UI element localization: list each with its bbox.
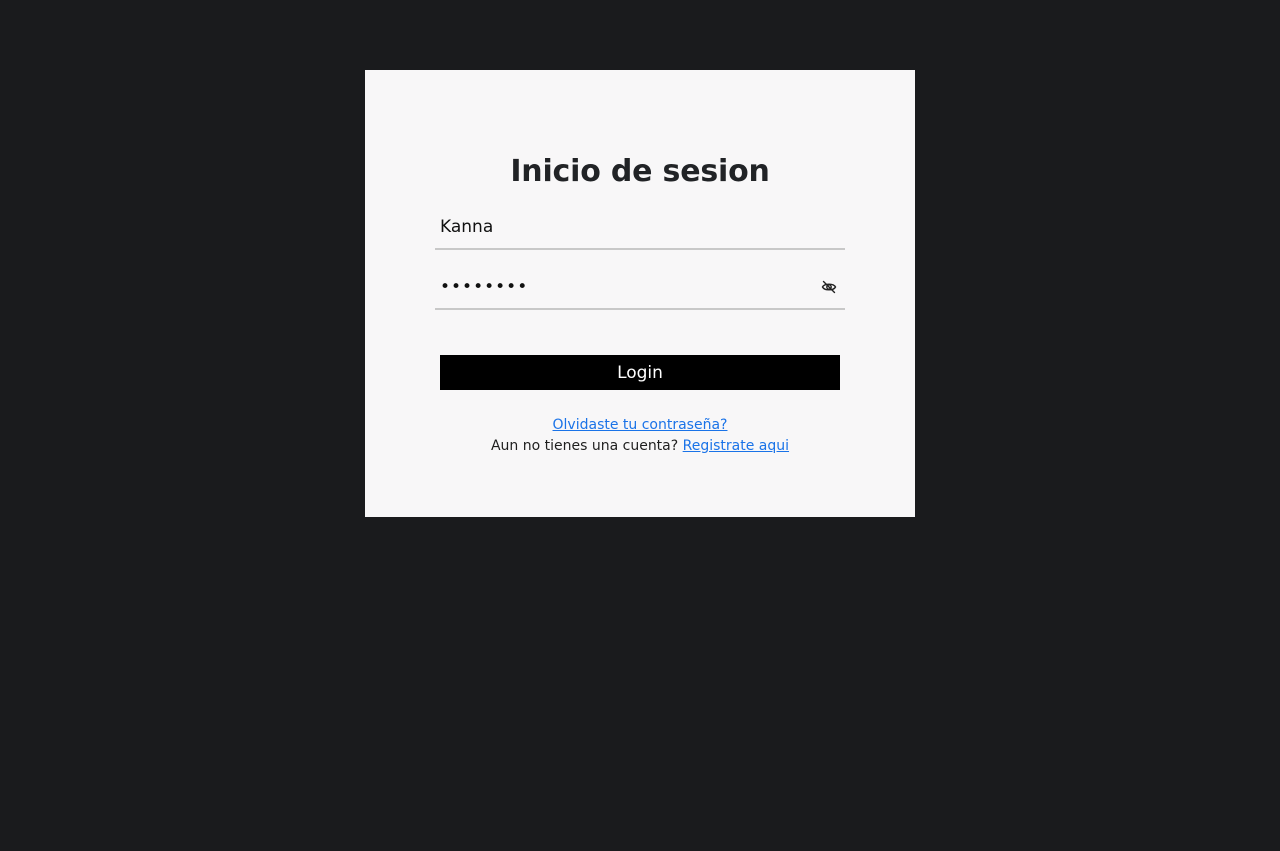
login-button[interactable]: Login bbox=[440, 355, 840, 390]
no-account-text: Aun no tienes una cuenta? bbox=[490, 438, 679, 454]
forgot-password-link[interactable]: Olvidaste tu contraseña? bbox=[553, 417, 728, 433]
eye-off-icon[interactable] bbox=[821, 279, 837, 295]
page-title: Inicio de sesion bbox=[510, 154, 770, 189]
username-field bbox=[435, 208, 845, 250]
forgot-password-row: Olvidaste tu contraseña? bbox=[365, 417, 915, 433]
login-card: Inicio de sesion Login Olvidaste tu cont… bbox=[365, 70, 915, 517]
register-link[interactable]: Registrate aqui bbox=[683, 438, 789, 454]
register-row: Aun no tienes una cuenta? Registrate aqu… bbox=[365, 438, 915, 454]
password-field bbox=[435, 268, 845, 310]
password-input[interactable] bbox=[440, 274, 810, 300]
username-input[interactable] bbox=[440, 214, 810, 240]
